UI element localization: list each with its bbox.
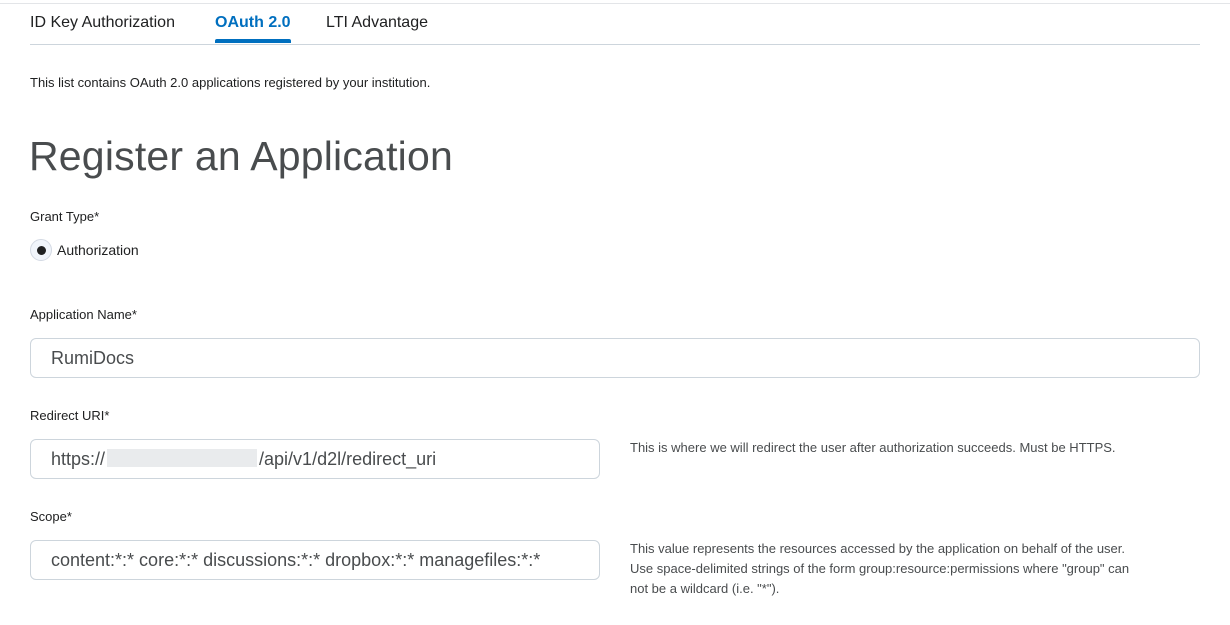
- redirect-uri-prefix: https://: [51, 449, 106, 469]
- page-title: Register an Application: [29, 133, 453, 179]
- application-name-input[interactable]: RumiDocs: [30, 338, 1200, 378]
- authorization-radio-label[interactable]: Authorization: [57, 242, 139, 258]
- redirect-uri-input[interactable]: https:// /api/v1/d2l/redirect_uri: [30, 439, 600, 479]
- application-name-value: RumiDocs: [51, 348, 135, 368]
- application-name-label: Application Name*: [30, 307, 137, 322]
- scope-input[interactable]: content:*:* core:*:* discussions:*:* dro…: [30, 540, 600, 580]
- tab-oauth-2[interactable]: OAuth 2.0: [215, 13, 291, 33]
- scope-value: content:*:* core:*:* discussions:*:* dro…: [51, 550, 541, 570]
- redirect-uri-suffix: /api/v1/d2l/redirect_uri: [259, 449, 437, 469]
- scope-help-line: not be a wildcard (i.e. "*").: [630, 581, 780, 596]
- scope-help-line: This value represents the resources acce…: [630, 541, 1126, 556]
- scope-help: This value represents the resources acce…: [630, 539, 1200, 599]
- tab-bar: ID Key Authorization OAuth 2.0 LTI Advan…: [30, 0, 1200, 45]
- intro-text: This list contains OAuth 2.0 application…: [30, 75, 431, 90]
- scope-label: Scope*: [30, 509, 72, 524]
- redirect-uri-help-text: This is where we will redirect the user …: [630, 440, 1116, 455]
- active-tab-indicator: [215, 39, 291, 43]
- redacted-domain: [107, 449, 258, 467]
- radio-selected-dot: [37, 246, 46, 255]
- scope-help-line: Use space-delimited strings of the form …: [630, 561, 1130, 576]
- tab-id-key-authorization[interactable]: ID Key Authorization: [30, 13, 175, 33]
- authorization-radio[interactable]: [30, 239, 52, 261]
- redirect-uri-label: Redirect URI*: [30, 408, 110, 423]
- redirect-uri-help: This is where we will redirect the user …: [630, 438, 1200, 458]
- tab-lti-advantage[interactable]: LTI Advantage: [326, 13, 428, 33]
- grant-type-label: Grant Type*: [30, 209, 100, 224]
